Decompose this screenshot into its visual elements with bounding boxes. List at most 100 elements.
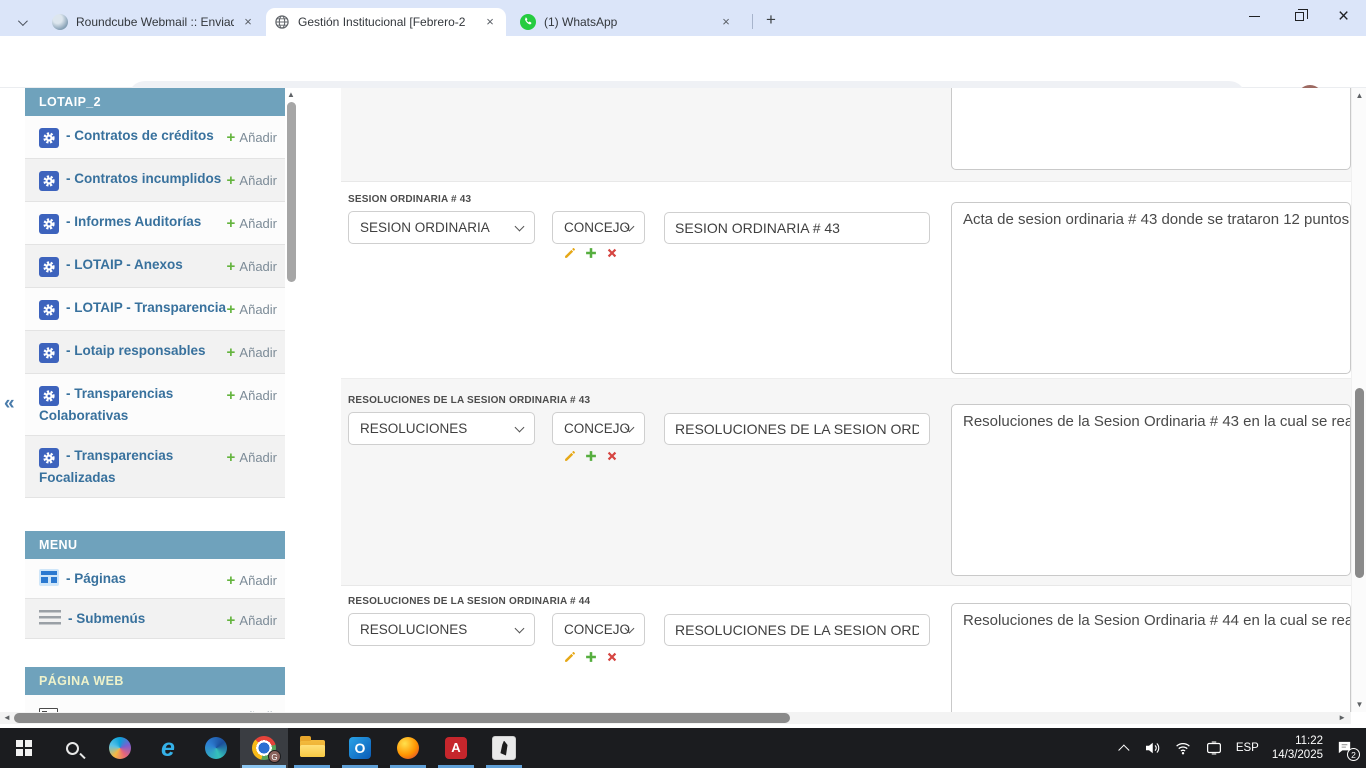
- sidebar-item-informes-auditorias[interactable]: Añadir - Informes Auditorías: [25, 202, 285, 245]
- sidebar-item-label[interactable]: - Submenús: [68, 611, 145, 626]
- add-link[interactable]: Añadir: [226, 448, 277, 467]
- delete-x-icon[interactable]: [605, 449, 619, 463]
- tab-close-icon[interactable]: [482, 14, 498, 30]
- tab-whatsapp[interactable]: (1) WhatsApp: [512, 8, 742, 36]
- council-select[interactable]: CONCEJO: [552, 412, 645, 445]
- title-input[interactable]: [664, 212, 930, 244]
- taskbar-explorer-button[interactable]: [288, 728, 336, 768]
- delete-x-icon[interactable]: [605, 246, 619, 260]
- add-link[interactable]: Añadir: [226, 386, 277, 405]
- sidebar-item-lotaip-transparencia[interactable]: Añadir - LOTAIP - Transparencia: [25, 288, 285, 331]
- description-textarea[interactable]: [951, 88, 1351, 170]
- start-button[interactable]: [0, 728, 48, 768]
- taskbar-edge-button[interactable]: [192, 728, 240, 768]
- taskbar-chrome-button[interactable]: G: [240, 728, 288, 768]
- add-link[interactable]: Añadir: [226, 300, 277, 319]
- delete-x-icon[interactable]: [605, 650, 619, 664]
- sidebar-item-transparencias-focalizadas[interactable]: Añadir - Transparencias Focalizadas: [25, 436, 285, 498]
- taskbar-search-button[interactable]: [48, 728, 96, 768]
- show-hidden-icons-button[interactable]: [1118, 744, 1129, 755]
- notification-center-button[interactable]: 2: [1336, 738, 1356, 758]
- language-indicator[interactable]: ESP: [1236, 742, 1259, 754]
- sidebar-item-label[interactable]: - Lotaip responsables: [66, 343, 206, 358]
- taskbar-ie-button[interactable]: e: [144, 728, 192, 768]
- council-select[interactable]: CONCEJO: [552, 211, 645, 244]
- council-select[interactable]: CONCEJO: [552, 613, 645, 646]
- add-plus-icon[interactable]: [584, 449, 598, 463]
- add-plus-icon[interactable]: [584, 246, 598, 260]
- type-select[interactable]: SESION ORDINARIA: [348, 211, 535, 244]
- tab-gestion-institucional[interactable]: Gestión Institucional [Febrero-2: [266, 8, 506, 36]
- sidebar-item-label[interactable]: - LOTAIP - Transparencia: [66, 300, 226, 315]
- chevron-down-icon: [17, 16, 27, 26]
- scroll-up-arrow-icon[interactable]: ▲: [287, 90, 295, 99]
- window-close-button[interactable]: [1321, 0, 1366, 33]
- sidebar-item-label[interactable]: - Contratos incumplidos: [66, 171, 221, 186]
- add-plus-icon[interactable]: [584, 650, 598, 664]
- add-link[interactable]: Añadir: [226, 571, 277, 590]
- scroll-right-arrow-icon[interactable]: ►: [1338, 713, 1346, 722]
- row-actions: [563, 449, 619, 463]
- title-input[interactable]: [664, 614, 930, 646]
- scrollbar-thumb[interactable]: [14, 713, 790, 723]
- sidebar-collapse-button[interactable]: «: [4, 393, 15, 415]
- edit-pencil-icon[interactable]: [563, 650, 577, 664]
- description-textarea[interactable]: [951, 603, 1351, 712]
- scrollbar-thumb[interactable]: [1355, 388, 1364, 578]
- page-horizontal-scrollbar[interactable]: ◄ ►: [0, 712, 1351, 724]
- sidebar-item-lotaip-responsables[interactable]: Añadir - Lotaip responsables: [25, 331, 285, 374]
- sidebar-scrollbar[interactable]: ▲: [286, 88, 297, 712]
- scrollbar-thumb[interactable]: [287, 102, 296, 282]
- sidebar-item-label[interactable]: - Páginas: [66, 571, 126, 586]
- new-tab-button[interactable]: [760, 9, 782, 31]
- add-link[interactable]: Añadir: [226, 257, 277, 276]
- description-textarea[interactable]: [951, 202, 1351, 374]
- sidebar-item-pagina-web-partial[interactable]: Añadir: [25, 695, 285, 712]
- connect-display-icon[interactable]: [1205, 739, 1223, 757]
- tab-close-icon[interactable]: [240, 14, 256, 30]
- edit-pencil-icon[interactable]: [563, 246, 577, 260]
- taskbar-outlook-button[interactable]: O: [336, 728, 384, 768]
- sidebar-item-transparencias-colaborativas[interactable]: Añadir - Transparencias Colaborativas: [25, 374, 285, 436]
- sidebar-item-label[interactable]: - Informes Auditorías: [66, 214, 201, 229]
- window-restore-button[interactable]: [1277, 0, 1322, 33]
- scroll-up-arrow-icon[interactable]: ▲: [1352, 91, 1366, 100]
- page-vertical-scrollbar[interactable]: ▲ ▼: [1351, 88, 1366, 712]
- add-link[interactable]: Añadir: [226, 611, 277, 630]
- clock[interactable]: 11:22 14/3/2025: [1272, 734, 1323, 763]
- taskbar-acrobat-button[interactable]: A: [432, 728, 480, 768]
- title-input[interactable]: [664, 413, 930, 445]
- sidebar-item-label[interactable]: - Transparencias Colaborativas: [39, 386, 173, 423]
- tab-roundcube[interactable]: Roundcube Webmail :: Enviados: [44, 8, 264, 36]
- edit-pencil-icon[interactable]: [563, 449, 577, 463]
- add-link[interactable]: Añadir: [226, 214, 277, 233]
- add-link[interactable]: Añadir: [226, 343, 277, 362]
- description-textarea[interactable]: [951, 404, 1351, 576]
- tab-close-icon[interactable]: [718, 14, 734, 30]
- acrobat-icon: A: [445, 737, 467, 759]
- sidebar-item-submenus[interactable]: Añadir - Submenús: [25, 599, 285, 639]
- sidebar-item-label[interactable]: - Contratos de créditos: [66, 128, 214, 143]
- sidebar-item-paginas[interactable]: Añadir - Páginas: [25, 559, 285, 599]
- java-app-icon: [492, 736, 516, 760]
- wifi-icon[interactable]: [1174, 739, 1192, 757]
- tab-search-button[interactable]: [10, 12, 32, 32]
- sidebar-item-label[interactable]: - Transparencias Focalizadas: [39, 448, 173, 485]
- scroll-down-arrow-icon[interactable]: ▼: [1352, 700, 1366, 709]
- type-select[interactable]: RESOLUCIONES: [348, 613, 535, 646]
- sidebar-item-contratos-incumplidos[interactable]: Añadir - Contratos incumplidos: [25, 159, 285, 202]
- sidebar-gap: [25, 639, 285, 667]
- scroll-left-arrow-icon[interactable]: ◄: [3, 713, 11, 722]
- add-link[interactable]: Añadir: [226, 171, 277, 190]
- pages-icon: [39, 569, 59, 586]
- window-minimize-button[interactable]: [1232, 0, 1277, 33]
- sidebar-item-contratos-creditos[interactable]: Añadir - Contratos de créditos: [25, 116, 285, 159]
- sidebar-item-label[interactable]: - LOTAIP - Anexos: [66, 257, 183, 272]
- speaker-icon[interactable]: [1143, 739, 1161, 757]
- taskbar-copilot-button[interactable]: [96, 728, 144, 768]
- add-link[interactable]: Añadir: [226, 128, 277, 147]
- sidebar-item-lotaip-anexos[interactable]: Añadir - LOTAIP - Anexos: [25, 245, 285, 288]
- taskbar-java-app-button[interactable]: [480, 728, 528, 768]
- type-select[interactable]: RESOLUCIONES: [348, 412, 535, 445]
- taskbar-firefox-button[interactable]: [384, 728, 432, 768]
